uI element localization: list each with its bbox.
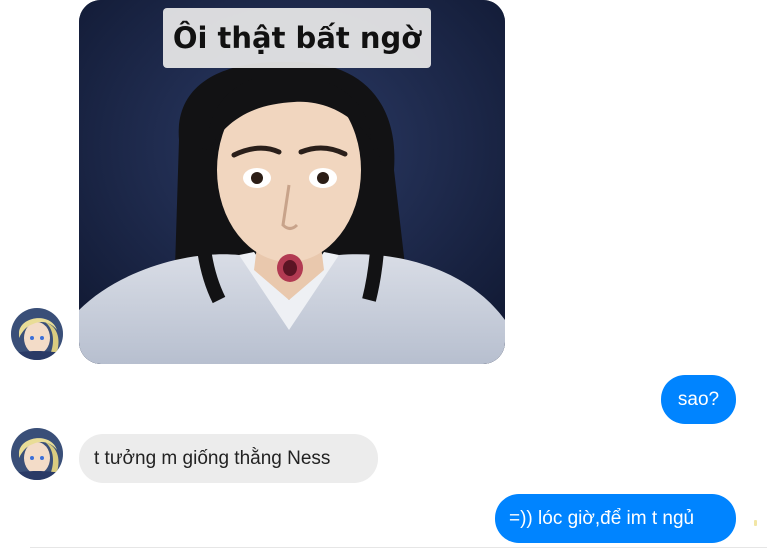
incoming-message-bubble[interactable]: t tưởng m giống thằng Ness <box>79 434 378 483</box>
outgoing-message-bubble[interactable]: sao? <box>661 375 736 424</box>
anime-character-avatar-icon <box>11 428 63 480</box>
message-text: =)) lóc giờ,để im t ngủ <box>509 507 695 529</box>
contact-avatar[interactable] <box>11 308 63 360</box>
outgoing-message-bubble[interactable]: =)) lóc giờ,để im t ngủ <box>495 494 736 543</box>
contact-avatar[interactable] <box>11 428 63 480</box>
seen-indicator-icon <box>754 520 757 526</box>
anime-character-avatar-icon <box>11 308 63 360</box>
message-text: t tưởng m giống thằng Ness <box>94 447 331 469</box>
meme-caption-text: Ôi thật bất ngờ <box>163 8 431 68</box>
divider <box>30 547 767 548</box>
chat-thread: Ôi thật bất ngờ sao? t tưởng m giống thằ… <box>0 0 767 549</box>
image-message[interactable]: Ôi thật bất ngờ <box>79 0 505 364</box>
message-text: sao? <box>677 388 720 410</box>
